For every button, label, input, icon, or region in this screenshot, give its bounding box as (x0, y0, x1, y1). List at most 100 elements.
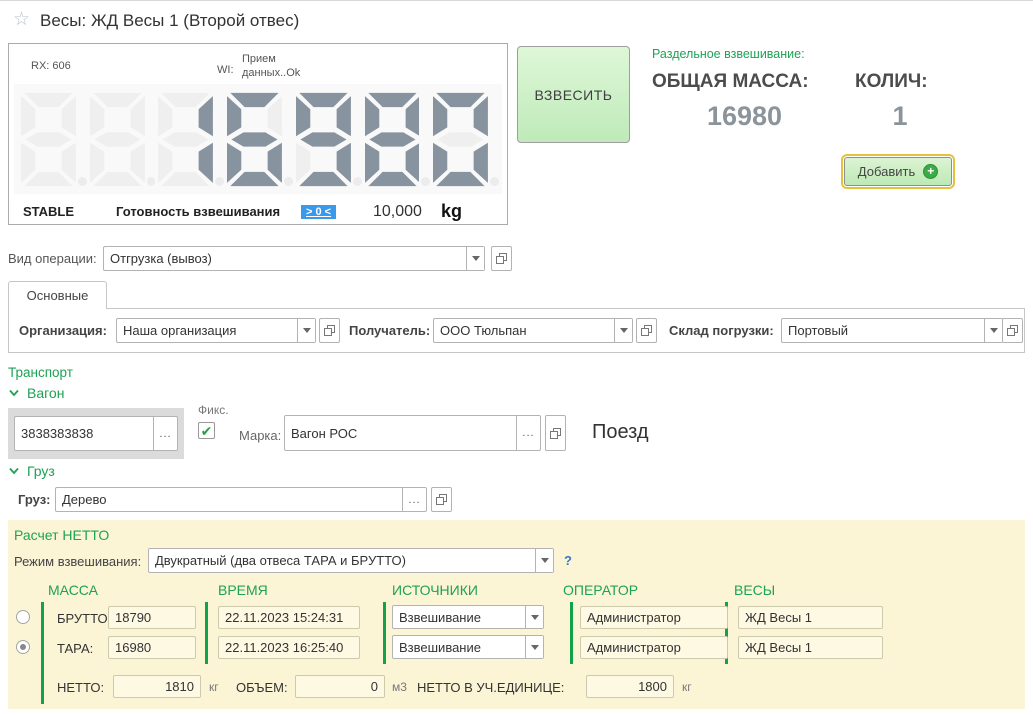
cargo-open-button[interactable] (431, 487, 452, 512)
mass-row-label: БРУТТО: (57, 611, 111, 626)
organization-value[interactable]: Наша организация (117, 319, 297, 342)
mass-input[interactable]: 18790 (108, 606, 196, 629)
netto-panel: Расчет НЕТТО Режим взвешивания: Двукратн… (8, 520, 1025, 709)
count-value: 1 (855, 101, 945, 132)
zero-button[interactable]: > 0 < (301, 205, 336, 219)
wagon-number-value[interactable]: 3838383838 (15, 417, 153, 450)
warehouse-value[interactable]: Портовый (782, 319, 984, 342)
mark-label: Марка: (239, 428, 281, 443)
netto-total-label: НЕТТО: (57, 680, 104, 695)
transport-section-title: Транспорт (8, 365, 73, 380)
seg-decimal-dot (78, 177, 87, 186)
volume-unit: м3 (392, 680, 407, 694)
scales-input[interactable]: ЖД Весы 1 (738, 606, 883, 629)
seg-digit (21, 92, 76, 187)
organization-combo[interactable]: Наша организация (116, 318, 316, 343)
open-form-icon (323, 324, 336, 337)
row-select-radio[interactable] (16, 610, 30, 624)
mode-combo[interactable]: Двукратный (два отвеса ТАРА и БРУТТО) (148, 548, 554, 573)
seg-digit (365, 92, 420, 187)
count-label: КОЛИЧ: (855, 71, 928, 93)
netto-acc-input[interactable]: 1800 (586, 675, 674, 698)
mark-value[interactable]: Вагон РОС (285, 416, 516, 450)
seg-digit (158, 92, 213, 187)
wagon-number-input[interactable]: 3838383838 ... (14, 416, 178, 451)
seg-digit (296, 92, 351, 187)
netto-title: Расчет НЕТТО (14, 527, 109, 543)
row-select-radio[interactable] (16, 640, 30, 654)
group-bar (41, 602, 44, 704)
separate-weighing-title: Раздельное взвешивание: (652, 47, 805, 61)
receiver-open-button[interactable] (636, 318, 657, 343)
ellipsis-button[interactable]: ... (153, 417, 177, 450)
open-form-icon (435, 493, 448, 506)
cargo-input[interactable]: Дерево ... (55, 487, 427, 512)
seg-digit (433, 92, 488, 187)
col-time: ВРЕМЯ (218, 582, 268, 598)
operation-kind-label: Вид операции: (8, 251, 97, 266)
source-combo[interactable]: Взвешивание (392, 605, 544, 629)
warehouse-open-button[interactable] (1002, 318, 1023, 343)
operator-input[interactable]: Администратор (580, 606, 728, 629)
mode-value[interactable]: Двукратный (два отвеса ТАРА и БРУТТО) (149, 549, 535, 572)
app-window: ☆ Весы: ЖД Весы 1 (Второй отвес) RX: 606… (0, 0, 1033, 715)
dropdown-button[interactable] (525, 636, 543, 658)
mass-input[interactable]: 16980 (108, 636, 196, 659)
favorite-star-icon[interactable]: ☆ (13, 10, 30, 29)
time-input[interactable]: 22.11.2023 16:25:40 (218, 636, 360, 659)
receiver-combo[interactable]: ООО Тюльпан (433, 318, 633, 343)
main-tab-panel: Организация: Наша организация Получатель… (8, 308, 1025, 353)
volume-input[interactable]: 0 (295, 675, 385, 698)
help-link[interactable]: ? (564, 553, 572, 568)
source-combo[interactable]: Взвешивание (392, 635, 544, 659)
chevron-down-icon (472, 256, 480, 261)
seven-segment-display (14, 84, 502, 194)
wi-status-line2: данных..Ok (242, 67, 300, 79)
operator-input[interactable]: Администратор (580, 636, 728, 659)
ellipsis-button[interactable]: ... (516, 416, 540, 450)
wagon-group-label: Вагон (27, 385, 64, 401)
scales-input[interactable]: ЖД Весы 1 (738, 636, 883, 659)
seg-digit (90, 92, 145, 187)
fix-label: Фикс. (198, 403, 229, 417)
mass-row-label: ТАРА: (57, 641, 93, 656)
fix-checkbox[interactable]: ✔ (198, 422, 215, 439)
netto-total-input[interactable]: 1810 (113, 675, 201, 698)
scale-display-panel: RX: 606 WI: Прием данных..Ok STABLE Гото… (8, 43, 508, 225)
warehouse-combo[interactable]: Портовый (781, 318, 1003, 343)
cargo-group-header[interactable]: Груз (8, 463, 55, 479)
chevron-down-icon (8, 389, 20, 397)
plus-icon: + (923, 164, 938, 179)
source-value[interactable]: Взвешивание (393, 606, 525, 628)
seg-decimal-dot (147, 177, 156, 186)
operation-kind-combo[interactable]: Отгрузка (вывоз) (103, 246, 485, 271)
group-bar (205, 602, 208, 664)
cargo-value[interactable]: Дерево (56, 488, 402, 511)
tab-main[interactable]: Основные (8, 281, 107, 309)
dropdown-button[interactable] (984, 319, 1002, 342)
dropdown-button[interactable] (614, 319, 632, 342)
receiver-value[interactable]: ООО Тюльпан (434, 319, 614, 342)
ellipsis-button[interactable]: ... (402, 488, 426, 511)
organization-open-button[interactable] (319, 318, 340, 343)
dropdown-button[interactable] (525, 606, 543, 628)
dropdown-button[interactable] (535, 549, 553, 572)
mode-label: Режим взвешивания: (14, 554, 141, 569)
operation-kind-value[interactable]: Отгрузка (вывоз) (104, 247, 466, 270)
dropdown-button[interactable] (297, 319, 315, 342)
operation-open-button[interactable] (491, 246, 512, 271)
mark-open-button[interactable] (545, 415, 566, 451)
time-input[interactable]: 22.11.2023 15:24:31 (218, 606, 360, 629)
group-bar (383, 602, 386, 664)
dropdown-button[interactable] (466, 247, 484, 270)
wagon-group-header[interactable]: Вагон (8, 385, 64, 401)
train-label: Поезд (592, 421, 649, 444)
weigh-button[interactable]: ВЗВЕСИТЬ (517, 46, 630, 143)
add-button[interactable]: Добавить + (844, 157, 952, 186)
netto-acc-label: НЕТТО В УЧ.ЕДИНИЦЕ: (417, 680, 564, 695)
volume-label: ОБЪЕМ: (236, 680, 288, 695)
source-value[interactable]: Взвешивание (393, 636, 525, 658)
open-form-icon (495, 252, 508, 265)
mark-input[interactable]: Вагон РОС ... (284, 415, 541, 451)
warehouse-label: Склад погрузки: (669, 323, 774, 338)
